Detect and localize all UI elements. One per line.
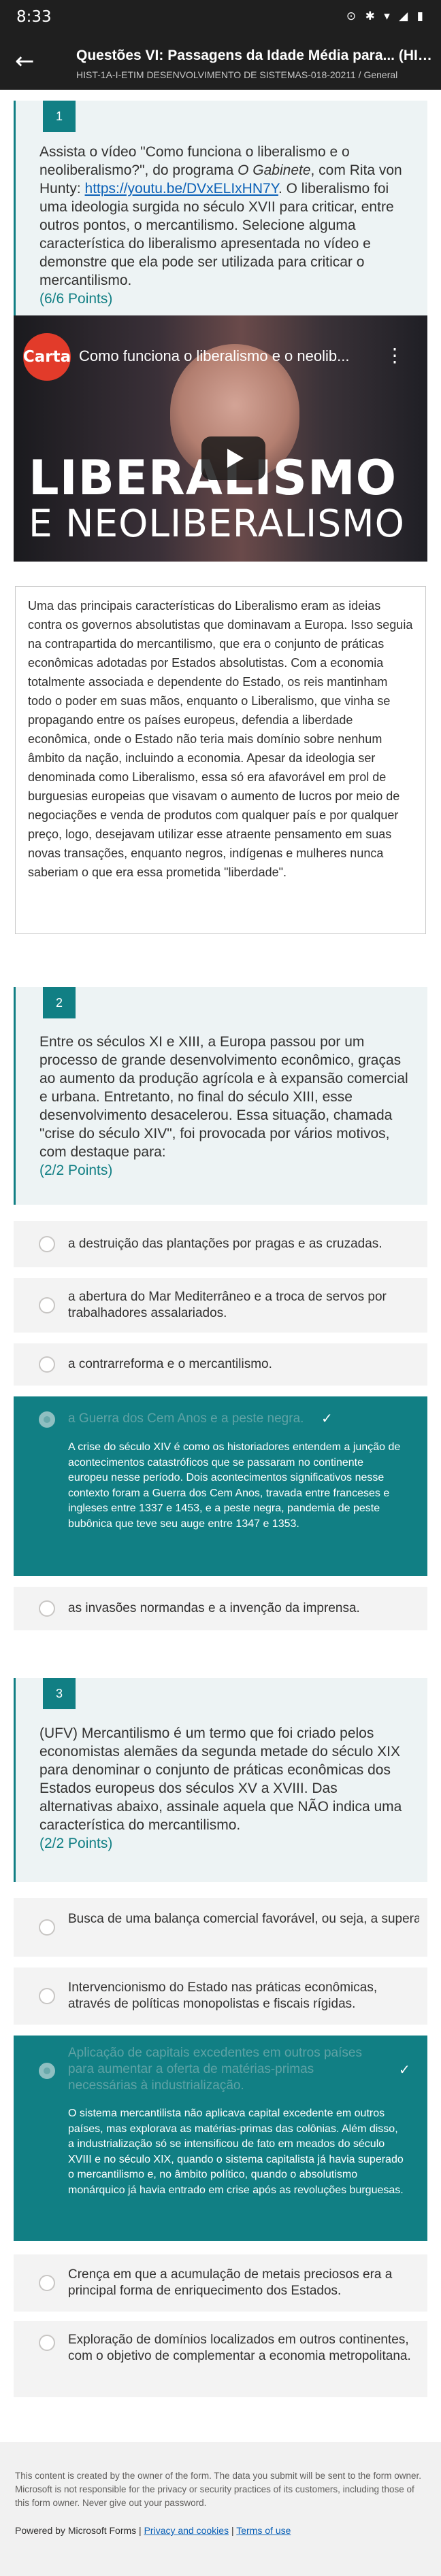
question-3-option-1[interactable]: Busca de uma balança comercial favorável…: [14, 1898, 427, 1957]
channel-logo[interactable]: Carta: [23, 333, 71, 381]
option-label: a abertura do Mar Mediterrâneo e a troca…: [68, 1290, 387, 1320]
radio-button[interactable]: [39, 1356, 55, 1373]
question-2-option-1[interactable]: a destruição das plantações por pragas e…: [14, 1221, 427, 1267]
question-2-option-3[interactable]: a contrarreforma e o mercantilismo.: [14, 1343, 427, 1386]
powered-by: Powered by Microsoft Forms | Privacy and…: [15, 2525, 291, 2536]
question-number-badge: 2: [43, 987, 76, 1018]
option-label: a contrarreforma e o mercantilismo.: [68, 1357, 272, 1371]
powered-by-text: Powered by Microsoft Forms |: [15, 2525, 144, 2536]
radio-button[interactable]: [39, 1919, 55, 1936]
video-title[interactable]: Como funciona o liberalismo e o neolib..…: [79, 347, 349, 365]
option-label: a destruição das plantações por pragas e…: [68, 1237, 382, 1251]
play-button-icon[interactable]: [201, 436, 265, 480]
radio-button-selected[interactable]: [39, 2063, 55, 2079]
status-bar: 8:33 ⊙ ✱ ▾ ◢ ▮: [0, 0, 441, 35]
question-3-option-3-correct[interactable]: Aplicação de capitais excedentes em outr…: [14, 2036, 427, 2241]
radio-button-selected[interactable]: [39, 1411, 55, 1428]
question-number-badge: 3: [43, 1678, 76, 1709]
option-label: a Guerra dos Cem Anos e a peste negra.: [68, 1411, 304, 1426]
form-subtitle: HIST-1A-I-ETIM DESENVOLVIMENTO DE SISTEM…: [76, 69, 398, 80]
option-label: Intervencionismo do Estado nas práticas …: [68, 1980, 378, 2011]
privacy-link[interactable]: Privacy and cookies: [144, 2525, 229, 2536]
question-2-prompt: Entre os séculos XI e XIII, a Europa pas…: [39, 1034, 408, 1160]
video-link[interactable]: https://youtu.be/DVxELIxHN7Y: [85, 181, 278, 196]
option-label: Exploração de domínios localizados em ou…: [68, 2333, 411, 2363]
status-time: 8:33: [16, 8, 52, 26]
question-2-option-2[interactable]: a abertura do Mar Mediterrâneo e a troca…: [14, 1278, 427, 1333]
question-1-text: Assista o vídeo "Como funciona o liberal…: [39, 143, 412, 308]
question-number-badge: 1: [43, 101, 76, 132]
question-3-option-2[interactable]: Intervencionismo do Estado nas práticas …: [14, 1968, 427, 2025]
option-label: Aplicação de capitais excedentes em outr…: [68, 2046, 362, 2093]
question-3-option-5[interactable]: Exploração de domínios localizados em ou…: [14, 2321, 427, 2397]
footer-separator: |: [229, 2525, 237, 2536]
question-2-option-5[interactable]: as invasões normandas e a invenção da im…: [14, 1587, 427, 1630]
question-2-option-4-correct[interactable]: a Guerra dos Cem Anos e a peste negra. ✓…: [14, 1396, 427, 1576]
radio-button[interactable]: [39, 1988, 55, 2004]
question-3-points: (2/2 Points): [39, 1836, 113, 1851]
correct-check-icon: ✓: [399, 2061, 410, 2078]
terms-link[interactable]: Terms of use: [236, 2525, 291, 2536]
radio-button[interactable]: [39, 1236, 55, 1252]
question-2-points: (2/2 Points): [39, 1163, 113, 1178]
program-name: O Gabinete: [238, 162, 311, 178]
radio-button[interactable]: [39, 1297, 55, 1313]
question-3-option-4[interactable]: Crença em que a acumulação de metais pre…: [14, 2254, 427, 2312]
question-2-card: 2 Entre os séculos XI e XIII, a Europa p…: [14, 987, 427, 1205]
option-label: Crença em que a acumulação de metais pre…: [68, 2267, 393, 2298]
question-1-prompt: . O liberalismo foi uma ideologia surgid…: [39, 181, 394, 288]
app-header: ← Questões VI: Passagens da Idade Média …: [0, 35, 441, 90]
radio-button[interactable]: [39, 1600, 55, 1617]
footer-disclaimer: This content is created by the owner of …: [15, 2471, 422, 2508]
status-icons: ⊙ ✱ ▾ ◢ ▮: [346, 10, 426, 23]
more-options-icon[interactable]: ⋮: [385, 344, 404, 366]
answer-textarea[interactable]: Uma das principais características do Li…: [15, 586, 426, 934]
question-1-points: (6/6 Points): [39, 291, 113, 307]
back-arrow-icon[interactable]: ←: [15, 49, 35, 73]
correct-check-icon: ✓: [321, 1410, 333, 1426]
answer-explanation: O sistema mercantilista não aplicava cap…: [68, 2108, 404, 2196]
answer-explanation: A crise do século XIV é como os historia…: [68, 1441, 401, 1530]
question-3-text: (UFV) Mercantilismo é um termo que foi c…: [39, 1724, 412, 1853]
form-title: Questões VI: Passagens da Idade Média pa…: [76, 48, 434, 63]
embedded-video[interactable]: Carta Como funciona o liberalismo e o ne…: [14, 315, 427, 562]
page-footer: This content is created by the owner of …: [0, 2442, 441, 2576]
question-3-card: 3 (UFV) Mercantilismo é um termo que foi…: [14, 1678, 427, 1882]
video-overlay-subtitle: E NEOLIBERALISMO: [29, 502, 405, 545]
radio-button[interactable]: [39, 2275, 55, 2291]
question-1-card: 1 Assista o vídeo "Como funciona o liber…: [14, 101, 427, 315]
option-label: Busca de uma balança comercial favorável…: [68, 1912, 419, 1926]
radio-button[interactable]: [39, 2335, 55, 2351]
option-label: as invasões normandas e a invenção da im…: [68, 1601, 360, 1615]
question-3-prompt: (UFV) Mercantilismo é um termo que foi c…: [39, 1725, 402, 1833]
question-2-text: Entre os séculos XI e XIII, a Europa pas…: [39, 1033, 412, 1180]
